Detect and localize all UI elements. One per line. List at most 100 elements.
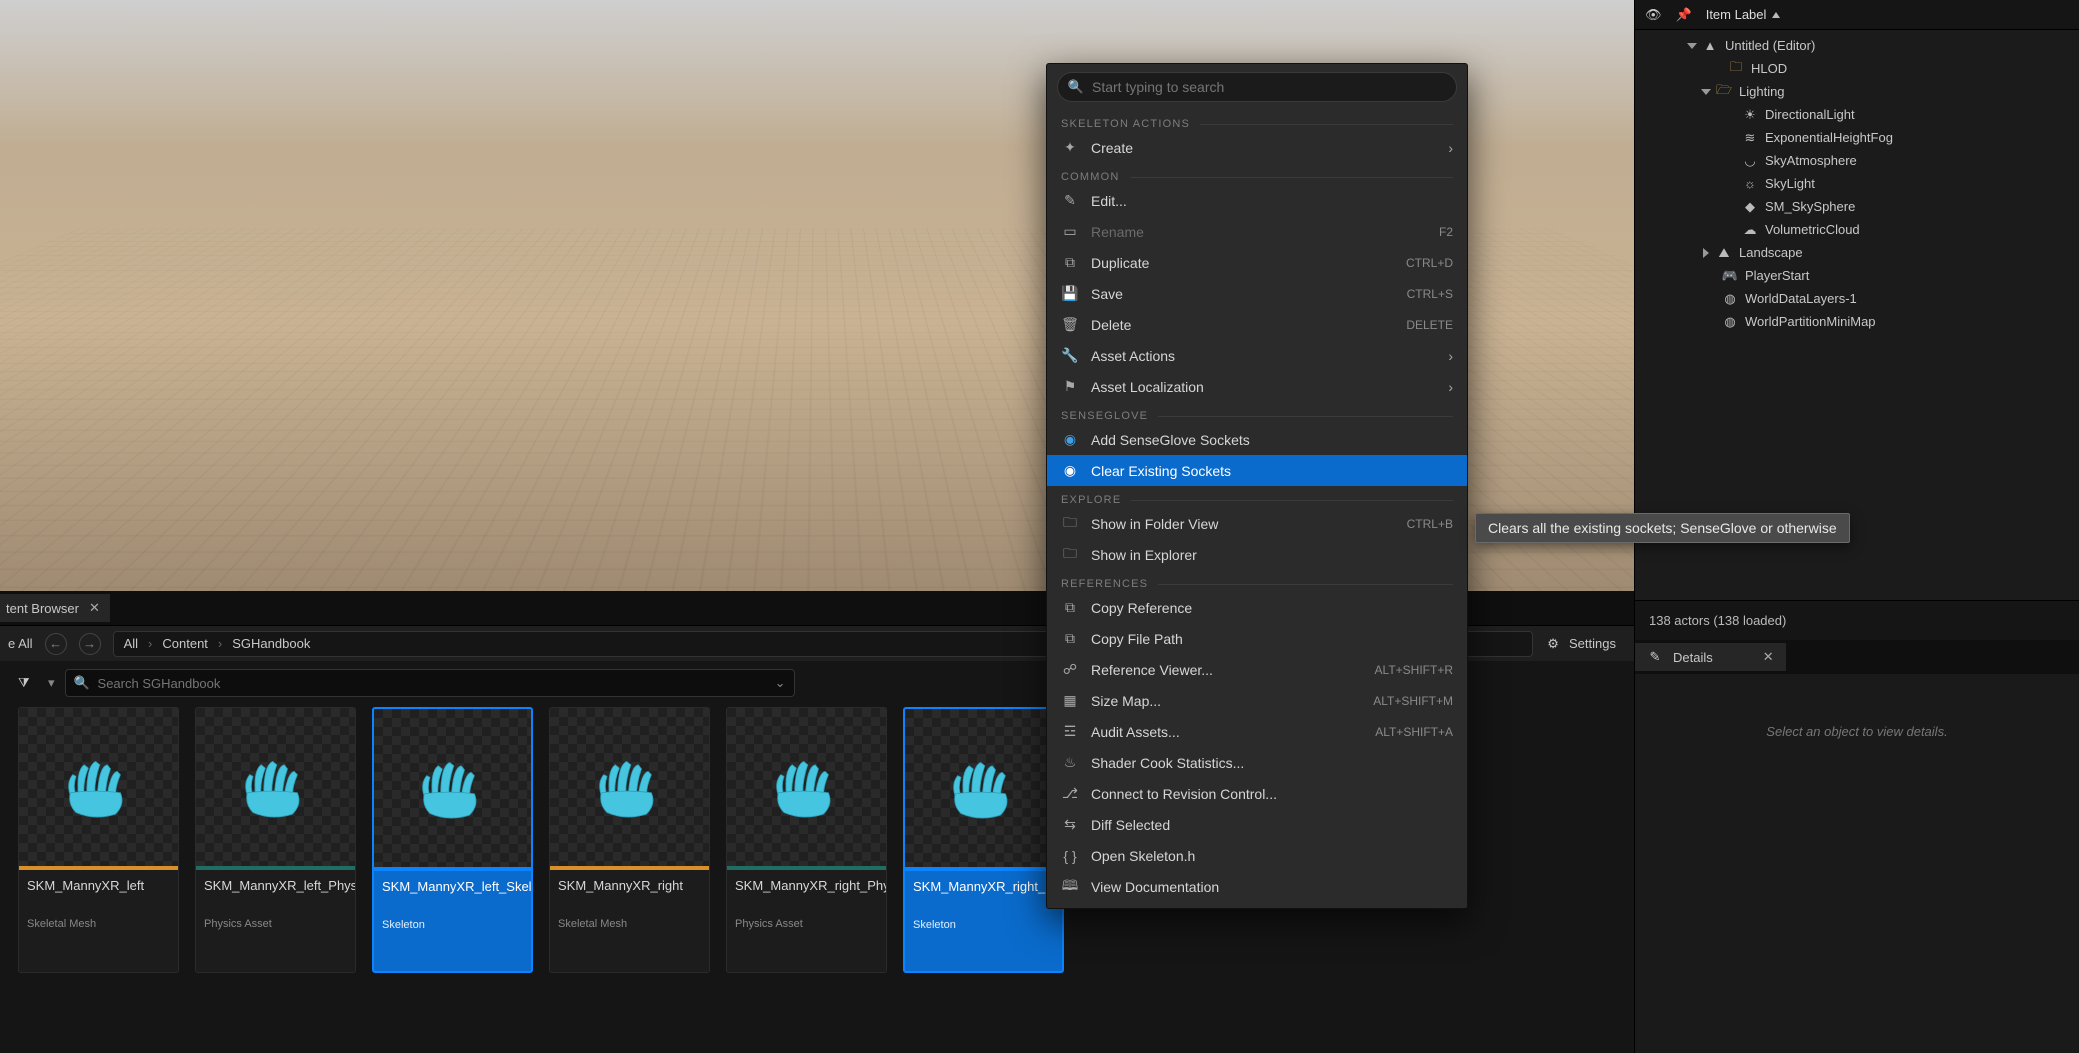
world-icon: ▲ bbox=[1701, 37, 1719, 55]
tree-row-wdl[interactable]: ◍ WorldDataLayers-1 bbox=[1635, 287, 2079, 310]
ctx-copy-ref[interactable]: ⧉ Copy Reference bbox=[1047, 592, 1467, 623]
tree-row-fog[interactable]: ≋ ExponentialHeightFog bbox=[1635, 126, 2079, 149]
tree-row-wpm[interactable]: ◍ WorldPartitionMiniMap bbox=[1635, 310, 2079, 333]
ctx-clear-sockets[interactable]: ◉ Clear Existing Sockets bbox=[1047, 455, 1467, 486]
ctx-copy-path[interactable]: ⧉ Copy File Path bbox=[1047, 623, 1467, 654]
tree-row-skyatm[interactable]: ◡ SkyAtmosphere bbox=[1635, 149, 2079, 172]
settings-button[interactable]: Settings bbox=[1569, 636, 1616, 651]
ctx-audit[interactable]: ☲ Audit Assets... ALT+SHIFT+A bbox=[1047, 716, 1467, 747]
ctx-revision[interactable]: ⎇ Connect to Revision Control... bbox=[1047, 778, 1467, 809]
tooltip: Clears all the existing sockets; SenseGl… bbox=[1475, 513, 1850, 543]
tree-row-root[interactable]: ▲ Untitled (Editor) bbox=[1635, 34, 2079, 57]
content-browser-tab[interactable]: tent Browser ✕ bbox=[0, 594, 110, 622]
breadcrumb-all[interactable]: All bbox=[124, 636, 138, 651]
search-icon: 🔍 bbox=[74, 675, 90, 691]
ctx-asset-actions[interactable]: 🔧 Asset Actions › bbox=[1047, 340, 1467, 371]
pin-icon[interactable]: 📌 bbox=[1676, 7, 1692, 23]
tree-row-lighting[interactable]: 🗁 Lighting bbox=[1635, 80, 2079, 103]
close-icon[interactable]: ✕ bbox=[1763, 649, 1774, 665]
tree-row-skysphere[interactable]: ◆ SM_SkySphere bbox=[1635, 195, 2079, 218]
asset-type: Skeletal Mesh bbox=[550, 918, 709, 938]
trash-icon: 🗑 bbox=[1061, 316, 1079, 334]
ctx-shader[interactable]: ♨ Shader Cook Statistics... bbox=[1047, 747, 1467, 778]
pencil-icon: ✎ bbox=[1647, 649, 1663, 665]
ctx-section-references: REFERENCES bbox=[1047, 570, 1467, 592]
ctx-show-folder[interactable]: 🗀 Show in Folder View CTRL+B bbox=[1047, 508, 1467, 539]
ctx-duplicate[interactable]: ⧉ Duplicate CTRL+D bbox=[1047, 247, 1467, 278]
tree-row-landscape[interactable]: ⛰ Landscape bbox=[1635, 241, 2079, 264]
asset-search-input[interactable] bbox=[98, 676, 767, 691]
ctx-add-sockets[interactable]: ◉ Add SenseGlove Sockets bbox=[1047, 424, 1467, 455]
asset-type: Skeleton bbox=[374, 919, 531, 939]
folder-search-icon: 🗀 bbox=[1061, 515, 1079, 533]
atmosphere-icon: ◡ bbox=[1741, 152, 1759, 170]
ctx-open-h[interactable]: { } Open Skeleton.h bbox=[1047, 840, 1467, 871]
nav-forward-icon[interactable]: → bbox=[79, 633, 101, 655]
eye-icon[interactable]: 👁 bbox=[1645, 7, 1662, 23]
chevron-down-icon[interactable]: ⌄ bbox=[775, 675, 786, 691]
copy-icon: ⧉ bbox=[1061, 630, 1079, 648]
asset-tile[interactable]: SKM_MannyXR_left_Skeleton Skeleton bbox=[372, 707, 533, 973]
grid-icon: ▦ bbox=[1061, 692, 1079, 710]
layers-icon: ◍ bbox=[1721, 290, 1739, 308]
ctx-size-map[interactable]: ▦ Size Map... ALT+SHIFT+M bbox=[1047, 685, 1467, 716]
asset-name: SKM_MannyXR_left_PhysicsAsset bbox=[196, 870, 355, 918]
breadcrumb-folder[interactable]: SGHandbook bbox=[232, 636, 310, 651]
ctx-docs[interactable]: 🕮 View Documentation bbox=[1047, 871, 1467, 902]
chevron-down-icon[interactable]: ▾ bbox=[48, 675, 55, 691]
disclosure-icon[interactable] bbox=[1701, 89, 1711, 95]
skylight-icon: ☼ bbox=[1741, 175, 1759, 193]
tree-row-directionallight[interactable]: ☀ DirectionalLight bbox=[1635, 103, 2079, 126]
ctx-diff[interactable]: ⇆ Diff Selected bbox=[1047, 809, 1467, 840]
details-tab[interactable]: ✎ Details ✕ bbox=[1635, 643, 1786, 671]
ctx-show-explorer[interactable]: 🗀 Show in Explorer bbox=[1047, 539, 1467, 570]
minimap-icon: ◍ bbox=[1721, 313, 1739, 331]
sun-icon: ☀ bbox=[1741, 106, 1759, 124]
ctx-asset-loc[interactable]: ⚑ Asset Localization › bbox=[1047, 371, 1467, 402]
tree-row-hlod[interactable]: 🗀 HLOD bbox=[1635, 57, 2079, 80]
cloud-icon: ☁ bbox=[1741, 221, 1759, 239]
asset-search[interactable]: 🔍 ⌄ bbox=[65, 669, 795, 697]
asset-tile[interactable]: SKM_MannyXR_right_PhysicsAsset Physics A… bbox=[726, 707, 887, 973]
chevron-right-icon: › bbox=[1448, 348, 1453, 364]
disclosure-icon[interactable] bbox=[1687, 43, 1697, 49]
tree-row-skylight[interactable]: ☼ SkyLight bbox=[1635, 172, 2079, 195]
breadcrumb-content[interactable]: Content bbox=[162, 636, 208, 651]
sparkle-icon: ✦ bbox=[1061, 139, 1079, 157]
duplicate-icon: ⧉ bbox=[1061, 254, 1079, 272]
ctx-section-explore: EXPLORE bbox=[1047, 486, 1467, 508]
filter-icon[interactable]: ⧩ bbox=[18, 675, 38, 691]
asset-type: Physics Asset bbox=[196, 918, 355, 938]
context-menu[interactable]: 🔍 SKELETON ACTIONS ✦ Create › COMMON ✎ E… bbox=[1046, 63, 1468, 909]
playerstart-icon: 🎮 bbox=[1721, 267, 1739, 285]
outliner-column-label[interactable]: Item Label bbox=[1706, 7, 2069, 22]
sort-asc-icon bbox=[1772, 12, 1780, 18]
asset-tile[interactable]: SKM_MannyXR_left_PhysicsAsset Physics As… bbox=[195, 707, 356, 973]
ctx-create[interactable]: ✦ Create › bbox=[1047, 132, 1467, 163]
asset-type: Physics Asset bbox=[727, 918, 886, 938]
gear-icon[interactable]: ⚙ bbox=[1545, 636, 1561, 652]
asset-tile[interactable]: SKM_MannyXR_right Skeletal Mesh bbox=[549, 707, 710, 973]
rename-icon: ▭ bbox=[1061, 223, 1079, 241]
save-all-button[interactable]: e All bbox=[8, 636, 33, 651]
details-placeholder: Select an object to view details. bbox=[1766, 724, 1947, 1053]
diff-icon: ⇆ bbox=[1061, 816, 1079, 834]
ctx-ref-viewer[interactable]: ☍ Reference Viewer... ALT+SHIFT+R bbox=[1047, 654, 1467, 685]
ctx-save[interactable]: 💾 Save CTRL+S bbox=[1047, 278, 1467, 309]
outliner-header: 👁 📌 Item Label bbox=[1635, 0, 2079, 30]
tree-row-volcloud[interactable]: ☁ VolumetricCloud bbox=[1635, 218, 2079, 241]
context-search[interactable]: 🔍 bbox=[1057, 72, 1457, 102]
asset-tile[interactable]: SKM_MannyXR_right_Skeleton Skeleton bbox=[903, 707, 1064, 973]
chevron-right-icon: › bbox=[1448, 140, 1453, 156]
ctx-edit[interactable]: ✎ Edit... bbox=[1047, 185, 1467, 216]
landscape-icon: ⛰ bbox=[1715, 244, 1733, 262]
tree-row-playerstart[interactable]: 🎮 PlayerStart bbox=[1635, 264, 2079, 287]
asset-name: SKM_MannyXR_right_Skeleton bbox=[905, 871, 1062, 919]
ctx-delete[interactable]: 🗑 Delete DELETE bbox=[1047, 309, 1467, 340]
nav-back-icon[interactable]: ← bbox=[45, 633, 67, 655]
asset-tile[interactable]: SKM_MannyXR_left Skeletal Mesh bbox=[18, 707, 179, 973]
asset-name: SKM_MannyXR_right_PhysicsAsset bbox=[727, 870, 886, 918]
close-icon[interactable]: ✕ bbox=[89, 600, 100, 616]
disclosure-icon[interactable] bbox=[1703, 248, 1709, 258]
context-search-input[interactable] bbox=[1092, 79, 1446, 95]
